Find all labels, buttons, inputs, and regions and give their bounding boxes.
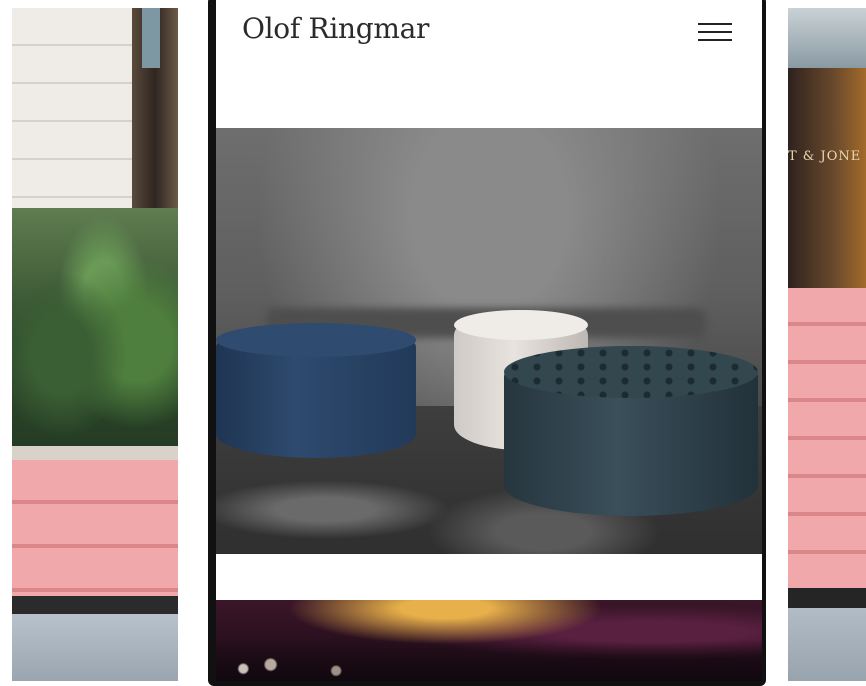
site-title[interactable]: Olof Ringmar	[242, 12, 429, 45]
planter-plants	[12, 208, 178, 453]
menu-line	[698, 39, 732, 41]
planter-shadow	[788, 588, 866, 608]
shop-sign: T & JONE	[788, 149, 862, 164]
street-pavement	[788, 608, 866, 681]
gallery-photo-concert[interactable]	[216, 600, 762, 681]
menu-line	[698, 23, 732, 25]
left-side-screenshot	[12, 8, 178, 681]
planter-shadow	[12, 596, 178, 614]
tufted-grey-pouf	[504, 346, 758, 516]
blue-pouf	[216, 323, 416, 458]
phone-screen: Olof Ringmar	[216, 0, 762, 681]
pink-planter	[12, 460, 178, 596]
planter-rim	[12, 446, 178, 460]
site-header: Olof Ringmar	[216, 0, 762, 66]
gallery-photo-stools[interactable]	[216, 128, 762, 554]
shop-front	[788, 68, 866, 288]
street-pavement	[12, 614, 178, 681]
concert-crowd	[216, 640, 762, 681]
right-side-screenshot: T & JONE	[788, 8, 866, 681]
hamburger-menu-icon[interactable]	[696, 20, 734, 46]
pink-planter	[788, 288, 866, 588]
doorway	[132, 8, 178, 238]
menu-line	[698, 31, 732, 33]
sky	[788, 8, 866, 68]
